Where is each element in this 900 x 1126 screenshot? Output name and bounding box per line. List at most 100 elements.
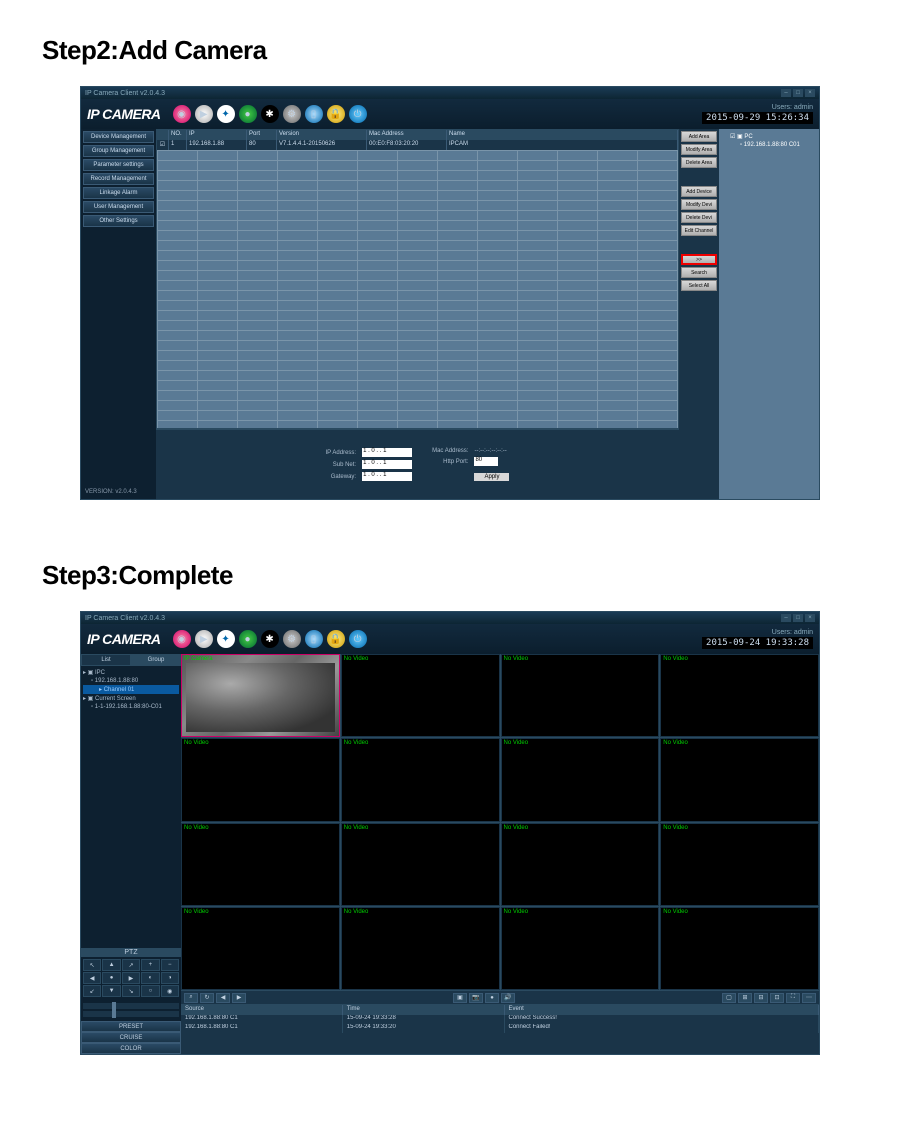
record-icon[interactable]: ●	[485, 993, 499, 1003]
video-cell-6[interactable]: No Video	[341, 738, 500, 821]
nav-record[interactable]: Record Management	[83, 173, 154, 185]
globe-icon[interactable]: ●	[239, 105, 257, 123]
tree-ipc[interactable]: ▸ ▣ IPC	[83, 668, 179, 677]
http-input[interactable]: 80	[474, 457, 498, 466]
video-cell-7[interactable]: No Video	[501, 738, 660, 821]
tree-device[interactable]: ▫ 192.168.1.88:80	[83, 677, 179, 685]
device-grid[interactable]: NO. IP Port Version Mac Address Name ☑ 1…	[156, 129, 679, 429]
ptz-speed-slider[interactable]	[83, 1003, 179, 1009]
nav-group-mgmt[interactable]: Group Management	[83, 145, 154, 157]
ptz-dnright-icon[interactable]: ↘	[122, 985, 140, 997]
log-row[interactable]: 192.168.1.88:80 C1 15-09-24 19:33:28 Con…	[181, 1015, 819, 1024]
tree-current-screen[interactable]: ▸ ▣ Current Screen	[83, 694, 179, 703]
power-icon[interactable]: ⏻	[349, 105, 367, 123]
log-row[interactable]: 192.168.1.88:80 C1 15-09-24 19:33:20 Con…	[181, 1024, 819, 1033]
apply-button[interactable]: Apply	[474, 473, 509, 481]
minimize-icon[interactable]: –	[781, 89, 791, 97]
settings-icon[interactable]: ✱	[261, 105, 279, 123]
delete-device-button[interactable]: Delete Devi	[681, 212, 717, 223]
tree-root[interactable]: ☑ ▣ PC	[722, 132, 816, 141]
ptz-focusin-icon[interactable]: ◐	[141, 972, 159, 984]
video-cell-12[interactable]: No Video	[660, 823, 819, 906]
next-icon[interactable]: ▶	[232, 993, 246, 1003]
video-cell-15[interactable]: No Video	[501, 907, 660, 990]
lock-icon[interactable]: 🔒	[327, 630, 345, 648]
add-arrow-button[interactable]: >>	[681, 254, 717, 265]
prev-icon[interactable]: ◀	[216, 993, 230, 1003]
play-icon[interactable]: ▶	[195, 630, 213, 648]
play-icon[interactable]: ▶	[195, 105, 213, 123]
target-icon[interactable]: ✦	[217, 105, 235, 123]
gateway-input[interactable]: 1 . 0 . . 1	[362, 472, 412, 481]
preview-icon[interactable]: ◉	[173, 105, 191, 123]
nav-linkage[interactable]: Linkage Alarm	[83, 187, 154, 199]
modify-device-button[interactable]: Modify Devi	[681, 199, 717, 210]
nav-param[interactable]: Parameter settings	[83, 159, 154, 171]
target-icon[interactable]: ✦	[217, 630, 235, 648]
ptz-irisopen-icon[interactable]: ○	[141, 985, 159, 997]
search-icon[interactable]: ⌕	[184, 993, 198, 1003]
video-cell-16[interactable]: No Video	[660, 907, 819, 990]
close-icon[interactable]: ×	[805, 89, 815, 97]
lock-icon[interactable]: 🔒	[327, 105, 345, 123]
gear-icon[interactable]: ⚙	[283, 105, 301, 123]
maximize-icon[interactable]: □	[793, 614, 803, 622]
tree-channel[interactable]: ▸ Channel 01	[83, 685, 179, 694]
more-icon[interactable]: ⋯	[802, 993, 816, 1003]
nav-device-mgmt[interactable]: Device Management	[83, 131, 154, 143]
camera-tree[interactable]: ▸ ▣ IPC ▫ 192.168.1.88:80 ▸ Channel 01 ▸…	[81, 666, 181, 948]
layout-1-icon[interactable]: ▢	[722, 993, 736, 1003]
globe-icon[interactable]: ●	[239, 630, 257, 648]
volume-icon[interactable]: ▯	[305, 630, 323, 648]
tab-group[interactable]: Group	[131, 654, 181, 666]
settings-icon[interactable]: ✱	[261, 630, 279, 648]
delete-area-button[interactable]: Delete Area	[681, 157, 717, 168]
add-device-button[interactable]: Add Device	[681, 186, 717, 197]
video-cell-2[interactable]: No Video	[341, 654, 500, 737]
audio-icon[interactable]: 🔊	[501, 993, 515, 1003]
video-grid[interactable]: IP Camera No Video No Video No Video No …	[181, 654, 819, 990]
ptz-left-icon[interactable]: ◀	[83, 972, 101, 984]
video-cell-8[interactable]: No Video	[660, 738, 819, 821]
ptz-right-icon[interactable]: ▶	[122, 972, 140, 984]
color-button[interactable]: COLOR	[81, 1043, 181, 1054]
modify-area-button[interactable]: Modify Area	[681, 144, 717, 155]
layout-9-icon[interactable]: ⊟	[754, 993, 768, 1003]
video-cell-4[interactable]: No Video	[660, 654, 819, 737]
ptz-zoomin-icon[interactable]: +	[141, 959, 159, 971]
layout-4-icon[interactable]: ⊞	[738, 993, 752, 1003]
fullscreen-icon[interactable]: ⛶	[786, 993, 800, 1003]
grid-row[interactable]: ☑ 1 192.168.1.88 80 V7.1.4.4.1-20150626 …	[157, 140, 678, 150]
ptz-home-icon[interactable]: ●	[102, 972, 120, 984]
row-chk[interactable]: ☑	[157, 140, 169, 150]
add-area-button[interactable]: Add Area	[681, 131, 717, 142]
video-cell-11[interactable]: No Video	[501, 823, 660, 906]
ptz-dnleft-icon[interactable]: ↙	[83, 985, 101, 997]
ptz-upleft-icon[interactable]: ↖	[83, 959, 101, 971]
close-icon[interactable]: ×	[805, 614, 815, 622]
minimize-icon[interactable]: –	[781, 614, 791, 622]
device-tree[interactable]: ☑ ▣ PC ▫ 192.168.1.88:80 C01	[719, 129, 819, 499]
nav-user[interactable]: User Management	[83, 201, 154, 213]
video-cell-1[interactable]: IP Camera	[181, 654, 340, 737]
video-cell-3[interactable]: No Video	[501, 654, 660, 737]
ip-input[interactable]: 1 . 0 . . 1	[362, 448, 412, 457]
tree-child[interactable]: ▫ 192.168.1.88:80 C01	[722, 141, 816, 149]
search-button[interactable]: Search	[681, 267, 717, 278]
ptz-irisclose-icon[interactable]: ◉	[161, 985, 179, 997]
subnet-input[interactable]: 1 . 0 . . 1	[362, 460, 412, 469]
power-icon[interactable]: ⏻	[349, 630, 367, 648]
tab-list[interactable]: List	[81, 654, 131, 666]
ptz-down-icon[interactable]: ▼	[102, 985, 120, 997]
ptz-focusout-icon[interactable]: ◑	[161, 972, 179, 984]
video-cell-13[interactable]: No Video	[181, 907, 340, 990]
maximize-icon[interactable]: □	[793, 89, 803, 97]
video-cell-5[interactable]: No Video	[181, 738, 340, 821]
preset-button[interactable]: PRESET	[81, 1021, 181, 1032]
refresh-icon[interactable]: ↻	[200, 993, 214, 1003]
video-cell-9[interactable]: No Video	[181, 823, 340, 906]
ptz-zoom-slider[interactable]	[83, 1011, 179, 1017]
preview-icon[interactable]: ◉	[173, 630, 191, 648]
select-all-button[interactable]: Select All	[681, 280, 717, 291]
snapshot-icon[interactable]: ▣	[453, 993, 467, 1003]
